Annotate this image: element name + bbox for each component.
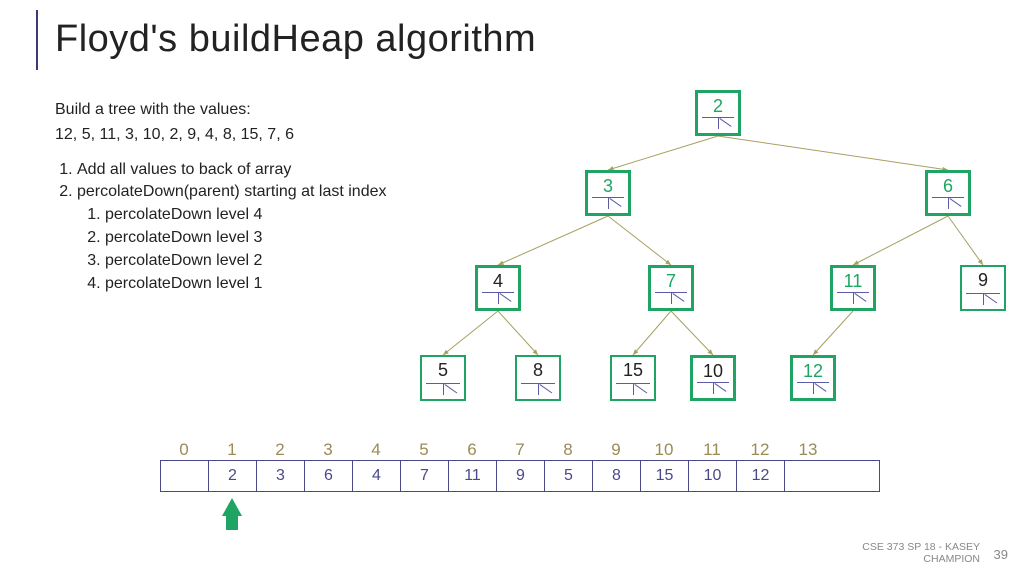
tree-node: 9	[960, 265, 1006, 311]
tree-node: 6	[925, 170, 971, 216]
arrow-stem-icon	[226, 514, 238, 530]
tree-node: 4	[475, 265, 521, 311]
tree-node: 15	[610, 355, 656, 401]
tree-node-value: 6	[928, 176, 968, 197]
array-cell: 4	[353, 461, 401, 491]
tree-node: 12	[790, 355, 836, 401]
array-index: 11	[688, 440, 736, 460]
tree-node-value: 12	[793, 361, 833, 382]
substep-1: percolateDown level 4	[105, 205, 435, 226]
page-title: Floyd's buildHeap algorithm	[55, 18, 536, 61]
array-index: 13	[784, 440, 832, 460]
tree-node-value: 4	[478, 271, 518, 292]
substeps-list: percolateDown level 4 percolateDown leve…	[77, 205, 435, 294]
body-text: Build a tree with the values: 12, 5, 11,…	[55, 100, 435, 296]
step-1: Add all values to back of array	[77, 160, 435, 181]
array-cell: 7	[401, 461, 449, 491]
array-cell: 6	[305, 461, 353, 491]
tree-node: 8	[515, 355, 561, 401]
array-index: 2	[256, 440, 304, 460]
tree-node-value: 15	[612, 360, 654, 381]
substep-3: percolateDown level 2	[105, 251, 435, 272]
instruction-1: Build a tree with the values:	[55, 100, 435, 121]
array-index: 3	[304, 440, 352, 460]
steps-list: Add all values to back of array percolat…	[55, 160, 435, 295]
tree-node-value: 5	[422, 360, 464, 381]
array-index: 4	[352, 440, 400, 460]
tree-node-value: 11	[833, 271, 873, 292]
substep-2: percolateDown level 3	[105, 228, 435, 249]
tree-node: 7	[648, 265, 694, 311]
array-index: 10	[640, 440, 688, 460]
array-indices: 012345678910111213	[160, 440, 880, 460]
page-number: 39	[994, 547, 1008, 562]
footer: CSE 373 SP 18 - KASEY CHAMPION 39	[834, 536, 1014, 570]
tree-diagram: 2 3 6 4 7 11 9 5 8 15 10 12	[400, 90, 1020, 420]
array-cell: 12	[737, 461, 785, 491]
array-cell	[161, 461, 209, 491]
instruction-2: 12, 5, 11, 3, 10, 2, 9, 4, 8, 15, 7, 6	[55, 125, 435, 146]
array-cell: 3	[257, 461, 305, 491]
array-index: 5	[400, 440, 448, 460]
tree-node: 3	[585, 170, 631, 216]
array-index: 8	[544, 440, 592, 460]
tree-node-value: 9	[962, 270, 1004, 291]
array-cell: 8	[593, 461, 641, 491]
array-index: 1	[208, 440, 256, 460]
step-2: percolateDown(parent) starting at last i…	[77, 182, 435, 294]
tree-node-value: 2	[698, 96, 738, 117]
array-cell: 11	[449, 461, 497, 491]
tree-node: 2	[695, 90, 741, 136]
course-label: CSE 373 SP 18 - KASEY CHAMPION	[834, 541, 980, 566]
tree-node: 10	[690, 355, 736, 401]
array-index: 9	[592, 440, 640, 460]
array-area: 012345678910111213 2364711958151012	[160, 440, 880, 492]
array-index: 7	[496, 440, 544, 460]
array-cell	[785, 461, 833, 491]
accent-bar	[36, 10, 38, 70]
array-cell: 5	[545, 461, 593, 491]
tree-node-value: 3	[588, 176, 628, 197]
array-cell: 10	[689, 461, 737, 491]
array-index: 6	[448, 440, 496, 460]
tree-node-value: 7	[651, 271, 691, 292]
array-cell: 2	[209, 461, 257, 491]
array-cells: 2364711958151012	[160, 460, 880, 492]
substep-4: percolateDown level 1	[105, 274, 435, 295]
tree-node-value: 8	[517, 360, 559, 381]
tree-node: 11	[830, 265, 876, 311]
array-index: 12	[736, 440, 784, 460]
tree-node-value: 10	[693, 361, 733, 382]
tree-node: 5	[420, 355, 466, 401]
array-index: 0	[160, 440, 208, 460]
array-cell: 9	[497, 461, 545, 491]
array-cell: 15	[641, 461, 689, 491]
step-2-label: percolateDown(parent) starting at last i…	[77, 183, 387, 200]
